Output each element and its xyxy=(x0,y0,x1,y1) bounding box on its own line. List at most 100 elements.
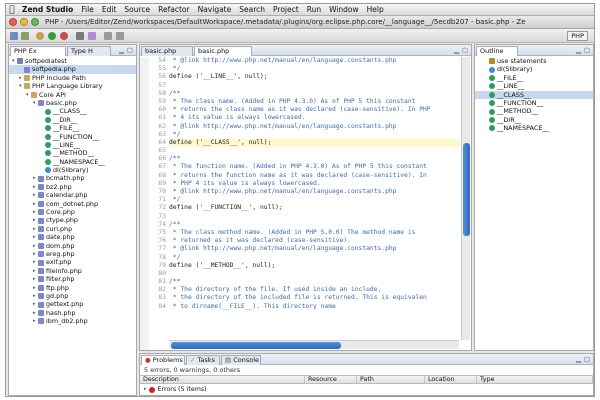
tree-item[interactable]: softpedia.php xyxy=(9,65,136,74)
menu-help[interactable]: Help xyxy=(363,5,388,14)
column-resource[interactable]: Resource xyxy=(305,376,357,383)
menu-window[interactable]: Window xyxy=(325,5,363,14)
tree-item[interactable]: ▸ date.php xyxy=(9,233,136,241)
menu-run[interactable]: Run xyxy=(303,5,325,14)
code-line[interactable]: * The function name. (Added in PHP 4.3.0… xyxy=(169,163,459,171)
code-line[interactable]: /** xyxy=(169,155,459,163)
code-line[interactable]: * returns the class name as it was decla… xyxy=(169,106,459,114)
forward-icon[interactable] xyxy=(116,32,124,40)
code-line[interactable]: * The class name. (Added in PHP 4.3.0) A… xyxy=(169,98,459,106)
maximize-icon[interactable]: ▢ xyxy=(127,46,133,54)
code-line[interactable]: * The directory of the file. If used ins… xyxy=(169,286,459,294)
open-type-icon[interactable] xyxy=(88,32,96,40)
code-line[interactable]: * the directory of the included file is … xyxy=(169,294,459,302)
tree-item[interactable]: ▸ dom.php xyxy=(9,242,136,250)
expand-icon[interactable]: ▸ xyxy=(144,385,147,394)
tree-item[interactable]: ▸ bcmath.php xyxy=(9,174,136,182)
close-window-button[interactable] xyxy=(9,18,17,26)
column-description[interactable]: Description xyxy=(140,376,305,383)
outline-item[interactable]: __METHOD__ xyxy=(475,107,593,115)
code-line[interactable]: * The class method name. (Added in PHP 5… xyxy=(169,229,459,237)
debug-icon[interactable] xyxy=(36,32,44,40)
horizontal-scrollbar[interactable] xyxy=(169,340,459,349)
code-line-current[interactable]: define ('__CLASS__', null); xyxy=(169,138,459,148)
code-line[interactable]: /** xyxy=(169,221,459,229)
tree-item[interactable]: __DIR__ xyxy=(9,116,136,124)
maximize-icon[interactable]: ▢ xyxy=(584,355,590,363)
code-line[interactable]: * @link http://www.php.net/manual/en/lan… xyxy=(169,123,459,131)
outline-item[interactable]: dl(Slibrary) xyxy=(475,65,593,73)
menu-project[interactable]: Project xyxy=(269,5,303,14)
tab-basic-php-1[interactable]: basic.php xyxy=(141,46,193,56)
menu-file[interactable]: File xyxy=(77,5,98,14)
code-line[interactable]: * to dirname(__FILE__). This directory n… xyxy=(169,303,459,311)
outline-item[interactable]: __NAMESPACE__ xyxy=(475,124,593,132)
tree-item[interactable]: ▸ gd.php xyxy=(9,292,136,300)
tree-item[interactable]: ▸ ereg.php xyxy=(9,250,136,258)
minimize-icon[interactable]: ▁ xyxy=(119,46,124,54)
outline-item[interactable]: __FILE__ xyxy=(475,74,593,82)
zoom-window-button[interactable] xyxy=(31,18,39,26)
tab-tasks[interactable]: ✓ Tasks xyxy=(186,355,220,365)
menu-search[interactable]: Search xyxy=(235,5,269,14)
code-line[interactable]: */ xyxy=(169,131,459,139)
code-line[interactable]: define ('__METHOD__', null); xyxy=(169,262,459,270)
code-line[interactable]: * returns the function name as it was de… xyxy=(169,172,459,180)
minimize-icon[interactable]: ▁ xyxy=(576,355,581,363)
tree-item[interactable]: ▸ curl.php xyxy=(9,225,136,233)
code-line[interactable]: define ('__FUNCTION__', null); xyxy=(169,204,459,212)
vertical-scrollbar[interactable] xyxy=(461,57,470,340)
profile-icon[interactable] xyxy=(60,32,68,40)
menu-app[interactable]: Zend Studio xyxy=(18,5,77,14)
save-icon[interactable] xyxy=(21,32,29,40)
code-line[interactable]: define ('__LINE__', null); xyxy=(169,73,459,81)
tab-basic-php-2[interactable]: basic.php xyxy=(194,46,252,56)
tab-php-explorer[interactable]: PHP Ex xyxy=(10,46,66,56)
tab-type-hierarchy[interactable]: Type H xyxy=(67,46,111,56)
outline-item[interactable]: __DIR__ xyxy=(475,116,593,124)
menu-refactor[interactable]: Refactor xyxy=(154,5,193,14)
outline-item[interactable]: use statements xyxy=(475,57,593,65)
horizontal-scroll-thumb[interactable] xyxy=(171,342,341,349)
tree-item[interactable]: ▸ fileinfo.php xyxy=(9,267,136,275)
code-line[interactable] xyxy=(169,82,459,90)
minimize-icon[interactable]: ▁ xyxy=(576,46,581,54)
code-line[interactable] xyxy=(169,147,459,155)
run-icon[interactable] xyxy=(48,32,56,40)
tab-outline[interactable]: Outline xyxy=(476,46,518,56)
tree-item[interactable]: ▸ PHP Include Path xyxy=(9,74,136,82)
tree-item[interactable]: __LINE__ xyxy=(9,141,136,149)
outline-item[interactable]: __FUNCTION__ xyxy=(475,99,593,107)
tree-item[interactable]: ▸ Core.php xyxy=(9,208,136,216)
tree-item[interactable]: ▸ filter.php xyxy=(9,275,136,283)
code-line[interactable]: */ xyxy=(169,65,459,73)
tree-item[interactable]: ▸ exif.php xyxy=(9,258,136,266)
code-area[interactable]: * @link http://www.php.net/manual/en/lan… xyxy=(169,57,459,340)
minimize-icon[interactable]: ▁ xyxy=(454,46,459,54)
column-type[interactable]: Type xyxy=(477,376,593,383)
tree-item[interactable]: ▾ PHP Language Library xyxy=(9,82,136,90)
tree-item[interactable]: ▸ com_dotnet.php xyxy=(9,200,136,208)
code-line[interactable]: /** xyxy=(169,278,459,286)
column-location[interactable]: Location xyxy=(425,376,477,383)
tree-item[interactable]: ▸ ctype.php xyxy=(9,216,136,224)
tree-item[interactable]: dl(Slibrary) xyxy=(9,166,136,174)
code-line[interactable]: * @link http://www.php.net/manual/en/lan… xyxy=(169,57,459,65)
maximize-icon[interactable]: ▢ xyxy=(584,46,590,54)
code-line[interactable]: * 4 its value is always lowercased. xyxy=(169,114,459,122)
tree-item[interactable]: ▸ calendar.php xyxy=(9,191,136,199)
tab-console[interactable]: ▤ Console xyxy=(221,355,261,365)
tree-item[interactable]: __FUNCTION__ xyxy=(9,133,136,141)
tree-item[interactable]: ▸ ftp.php xyxy=(9,284,136,292)
menu-navigate[interactable]: Navigate xyxy=(194,5,236,14)
menu-edit[interactable]: Edit xyxy=(98,5,121,14)
code-line[interactable]: */ xyxy=(169,254,459,262)
code-line[interactable]: * returned as it was declared (case-sens… xyxy=(169,237,459,245)
tree-item[interactable]: ▸ ibm_db2.php xyxy=(9,317,136,325)
tree-item[interactable]: __CLASS__ xyxy=(9,107,136,115)
code-line[interactable]: * @link http://www.php.net/manual/en/lan… xyxy=(169,188,459,196)
minimize-window-button[interactable] xyxy=(20,18,28,26)
code-line[interactable] xyxy=(169,270,459,278)
code-line[interactable]: * PHP 4 its value is always lowercased. xyxy=(169,180,459,188)
back-icon[interactable] xyxy=(104,32,112,40)
